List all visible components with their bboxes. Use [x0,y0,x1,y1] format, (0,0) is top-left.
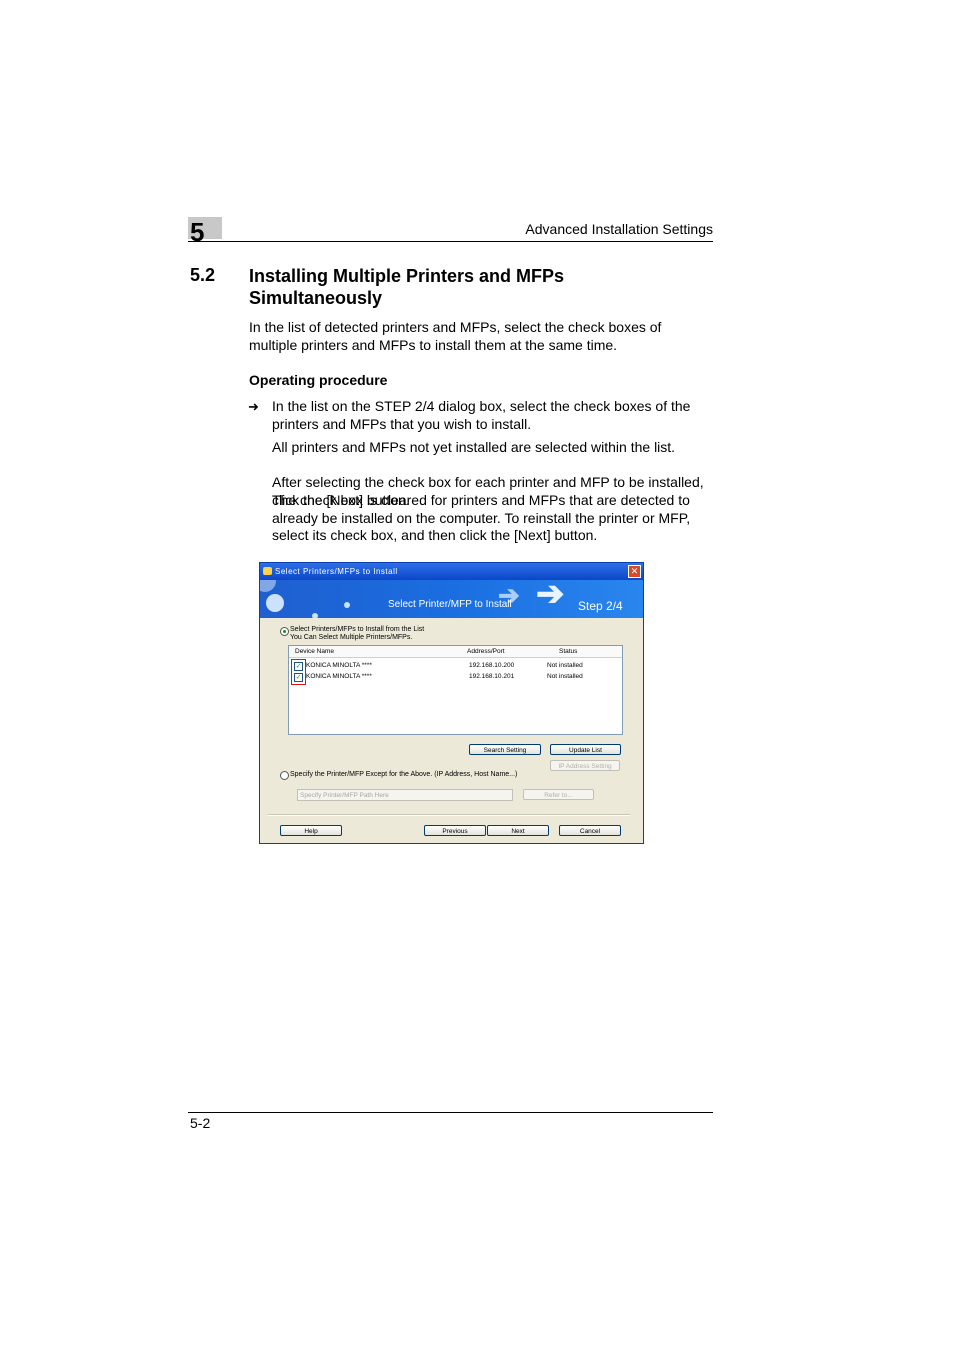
refer-to-button[interactable]: Refer to... [523,789,594,800]
banner-step: Step 2/4 [578,599,623,613]
column-status[interactable]: Status [559,648,577,655]
page-number: 5-2 [190,1115,211,1131]
row-device-name: KONICA MINOLTA **** [306,673,372,680]
footer-divider [268,814,630,816]
printer-listbox[interactable]: Device Name Address/Port Status ✓ KONICA… [288,645,623,735]
header-rule [188,241,713,242]
row-device-name: KONICA MINOLTA **** [306,662,372,669]
step-arrow-icon: ➜ [248,399,259,414]
dialog-title: Select Printers/MFPs to Install [275,567,398,576]
column-address-port[interactable]: Address/Port [467,648,505,655]
intro-paragraph: In the list of detected printers and MFP… [249,319,662,353]
list-header: Device Name Address/Port Status [289,646,622,658]
bubble-decoration-icon [344,602,350,608]
bubble-decoration-icon [266,594,284,612]
close-icon[interactable]: ✕ [628,565,641,578]
bubble-decoration-icon [312,613,318,618]
step-note-1: All printers and MFPs not yet installed … [272,439,676,455]
row-address: 192.168.10.201 [469,673,515,680]
previous-button[interactable]: Previous [424,825,486,836]
procedure-heading: Operating procedure [249,372,388,388]
help-button[interactable]: Help [280,825,342,836]
dialog-titlebar: Select Printers/MFPs to Install ✕ [260,563,643,580]
footer-rule [188,1112,713,1113]
app-icon [263,567,272,575]
option-specify-label: Specify the Printer/MFP Except for the A… [290,771,518,778]
update-list-button[interactable]: Update List [550,744,621,755]
row-status: Not installed [547,662,583,669]
option-list-sublabel: You Can Select Multiple Printers/MFPs. [290,634,413,641]
ip-address-setting-button[interactable]: IP Address Setting [550,760,620,771]
install-dialog: Select Printers/MFPs to Install ✕ ➔ ➔ Se… [259,562,644,844]
chapter-number: 5 [190,217,205,247]
cancel-button[interactable]: Cancel [559,825,621,836]
row-checkbox[interactable]: ✓ [294,673,303,682]
option-list-radio[interactable] [280,627,289,636]
banner-heading: Select Printer/MFP to Install [388,599,512,610]
dialog-banner: ➔ ➔ Select Printer/MFP to Install Step 2… [260,580,643,618]
option-specify-radio[interactable] [280,771,289,780]
bubble-decoration-icon [260,580,276,592]
column-device-name[interactable]: Device Name [295,648,334,655]
row-status: Not installed [547,673,583,680]
row-address: 192.168.10.200 [469,662,515,669]
step-note-3: The check box is cleared for printers an… [272,492,691,544]
section-title: Installing Multiple Printers and MFPs Si… [249,266,565,308]
search-setting-button[interactable]: Search Setting [469,744,541,755]
running-header-title: Advanced Installation Settings [525,221,713,237]
section-number: 5.2 [190,265,216,285]
option-list-label: Select Printers/MFPs to Install from the… [290,626,425,633]
next-button[interactable]: Next [487,825,549,836]
step-text: In the list on the STEP 2/4 dialog box, … [272,398,691,432]
arrow-large-icon: ➔ [536,580,565,613]
row-checkbox[interactable]: ✓ [294,662,303,671]
printer-path-field[interactable]: Specify Printer/MFP Path Here [297,789,513,801]
